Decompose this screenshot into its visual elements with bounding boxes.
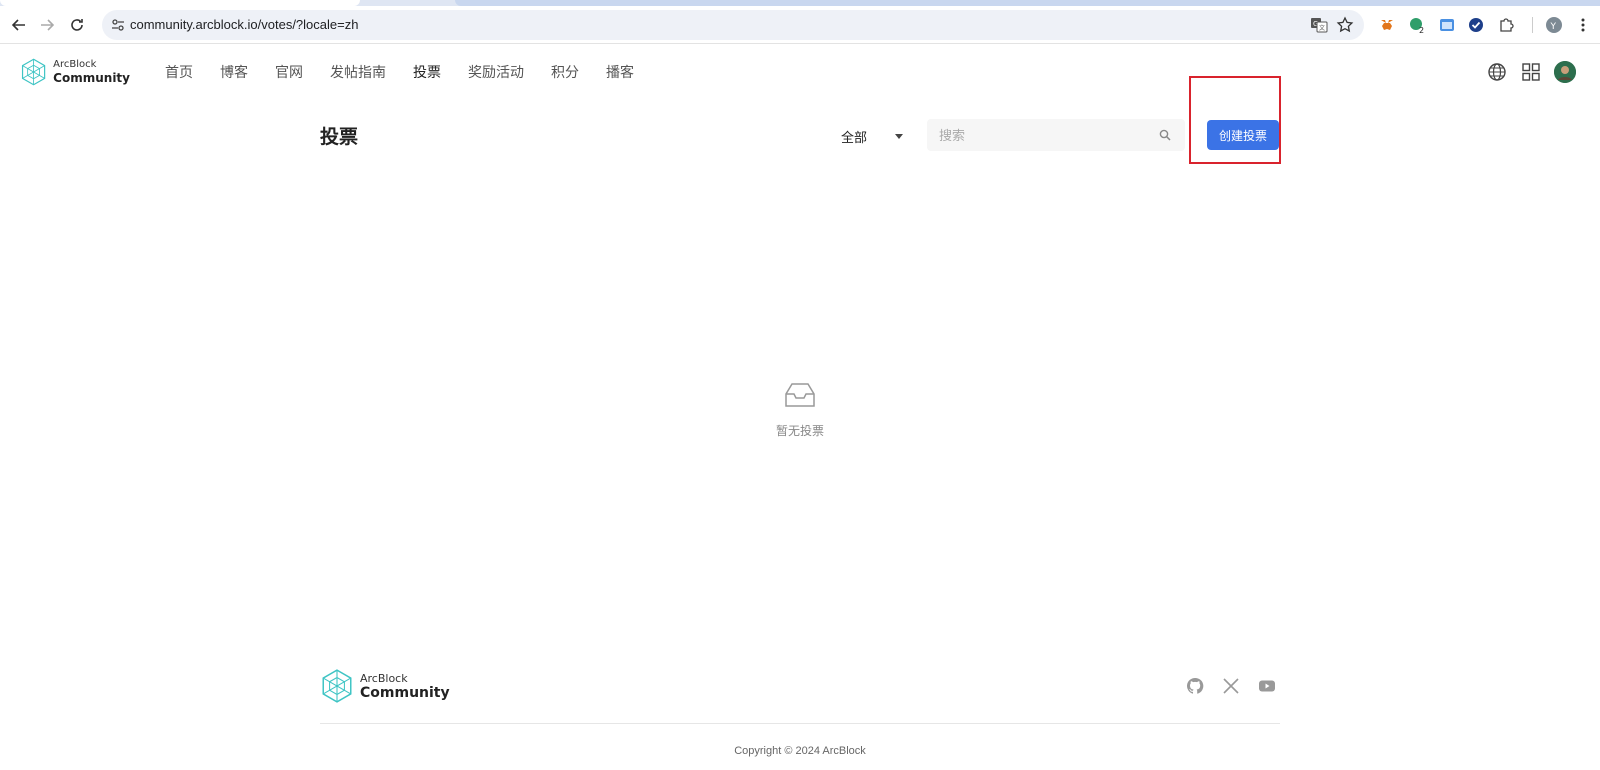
arcblock-footer-logo-icon (322, 669, 352, 703)
nav-item-podcast[interactable]: 播客 (606, 62, 634, 82)
forward-button[interactable] (34, 12, 60, 38)
svg-text:文: 文 (1319, 24, 1325, 32)
reload-icon (71, 19, 83, 31)
window-extension-icon[interactable] (1438, 16, 1456, 34)
empty-inbox-icon (785, 383, 815, 407)
main-nav: 首页 博客 官网 发帖指南 投票 奖励活动 积分 播客 (165, 62, 661, 82)
footer-logo[interactable]: ArcBlock Community (320, 668, 450, 704)
nav-item-official-site[interactable]: 官网 (275, 62, 303, 82)
language-globe-icon[interactable] (1486, 61, 1508, 83)
nav-item-rewards[interactable]: 奖励活动 (468, 62, 524, 82)
page-title: 投票 (320, 126, 359, 148)
logo-text-small: ArcBlock (53, 59, 97, 70)
extension-badge-icon[interactable]: 2 (1408, 16, 1426, 34)
logo-text-big: Community (53, 71, 130, 85)
nav-item-home[interactable]: 首页 (165, 62, 193, 82)
empty-state: 暂无投票 (740, 382, 860, 439)
search-box (927, 119, 1185, 151)
status-filter-select[interactable]: 全部 (833, 120, 911, 152)
copyright-text: Copyright © 2024 ArcBlock (734, 745, 866, 757)
check-extension-icon[interactable] (1467, 16, 1485, 34)
arrow-right-icon (41, 19, 54, 31)
nav-item-blog[interactable]: 博客 (220, 62, 248, 82)
header-actions (1474, 61, 1576, 83)
nav-item-points[interactable]: 积分 (551, 62, 579, 82)
search-icon[interactable] (1159, 129, 1171, 141)
site-header: ArcBlock Community 首页 博客 官网 发帖指南 投票 奖励活动… (0, 45, 1600, 97)
arrow-left-icon (12, 19, 25, 31)
x-icon[interactable] (1222, 677, 1240, 695)
reload-button[interactable] (64, 12, 90, 38)
metamask-extension-icon[interactable] (1378, 16, 1396, 34)
create-vote-button[interactable]: 创建投票 (1207, 120, 1279, 150)
browser-menu-icon[interactable] (1574, 16, 1592, 34)
search-input[interactable] (927, 119, 1147, 151)
bookmark-star-icon[interactable] (1336, 16, 1354, 34)
filter-selected-value: 全部 (841, 130, 868, 146)
nav-item-votes[interactable]: 投票 (413, 62, 441, 82)
user-avatar[interactable] (1554, 61, 1576, 83)
url-text: community.arcblock.io/votes/?locale=zh (130, 17, 359, 32)
translate-icon[interactable]: G文 (1310, 16, 1328, 34)
puzzle-extensions-icon[interactable] (1497, 16, 1515, 34)
footer-logo-text-small: ArcBlock (360, 671, 408, 685)
apps-grid-icon[interactable] (1520, 61, 1542, 83)
social-links (1186, 677, 1294, 695)
footer-divider (320, 723, 1280, 724)
profile-initial: Y (1550, 22, 1557, 32)
site-logo[interactable]: ArcBlock Community (20, 54, 130, 90)
extension-badge-count: 2 (1419, 26, 1424, 34)
caret-down-icon (895, 134, 903, 139)
footer-logo-text-big: Community (360, 684, 450, 701)
toolbar-divider (1532, 17, 1533, 33)
site-info-icon[interactable] (110, 17, 126, 33)
empty-state-text: 暂无投票 (775, 424, 824, 438)
address-bar[interactable]: community.arcblock.io/votes/?locale=zh G… (102, 10, 1364, 40)
nav-item-posting-guide[interactable]: 发帖指南 (330, 62, 386, 82)
browser-toolbar: community.arcblock.io/votes/?locale=zh G… (0, 6, 1600, 44)
github-icon[interactable] (1186, 677, 1204, 695)
back-button[interactable] (6, 12, 32, 38)
arcblock-logo-icon (21, 58, 46, 86)
profile-avatar[interactable]: Y (1545, 16, 1563, 34)
youtube-icon[interactable] (1258, 677, 1276, 695)
